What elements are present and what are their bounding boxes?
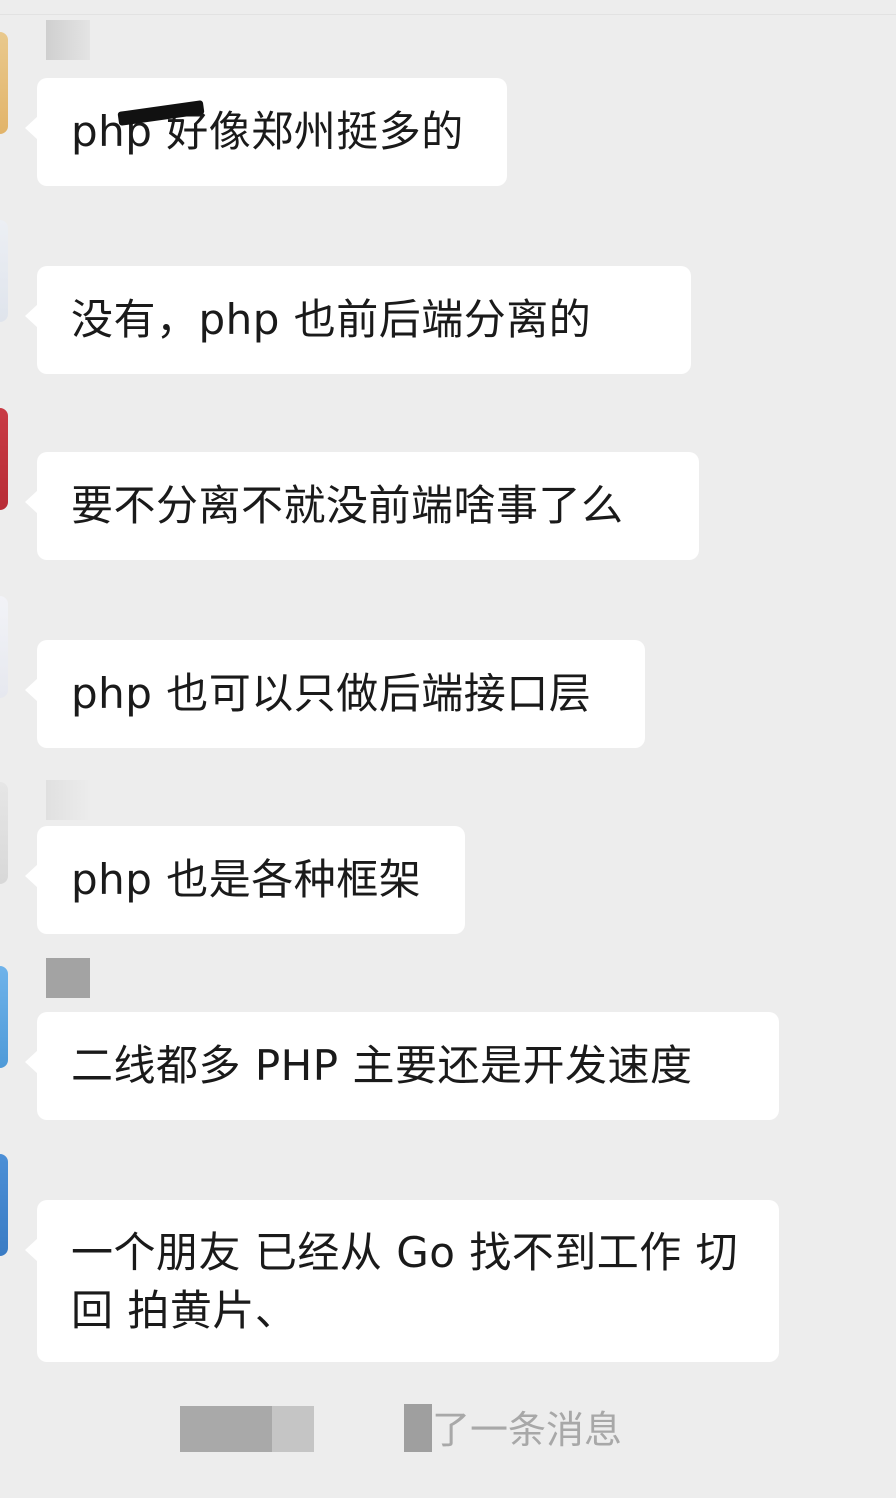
message-bubble[interactable]: php 也可以只做后端接口层 [25, 640, 645, 748]
message-bubble[interactable]: 一个朋友 已经从 Go 找不到工作 切回 拍黄片、 [25, 1200, 779, 1362]
avatar[interactable] [0, 596, 8, 698]
message-text: 没有，php 也前后端分离的 [71, 295, 592, 344]
avatar[interactable] [0, 220, 8, 322]
avatar[interactable] [0, 408, 8, 510]
avatar[interactable] [0, 782, 8, 884]
message-bubble[interactable]: 二线都多 PHP 主要还是开发速度 [25, 1012, 779, 1120]
top-divider [0, 14, 896, 15]
sender-name-redacted [46, 780, 90, 820]
redaction-mark [404, 1404, 432, 1452]
message-text: 二线都多 PHP 主要还是开发速度 [71, 1041, 693, 1090]
message-text: 要不分离不就没前端啥事了么 [71, 481, 624, 530]
sender-name-redacted [180, 1406, 272, 1452]
message-bubble[interactable]: php 好像郑州挺多的 [25, 78, 507, 186]
sender-name-redacted [46, 958, 90, 998]
avatar[interactable] [0, 32, 8, 134]
message-text: php 也可以只做后端接口层 [71, 669, 592, 718]
sender-name-redacted [46, 20, 90, 60]
sender-name-redacted [272, 1406, 314, 1452]
message-bubble[interactable]: php 也是各种框架 [25, 826, 465, 934]
system-notice: 了一条消息 [432, 1408, 623, 1452]
avatar[interactable] [0, 966, 8, 1068]
message-text: php 也是各种框架 [71, 855, 422, 904]
message-text: 一个朋友 已经从 Go 找不到工作 切回 拍黄片、 [71, 1228, 739, 1335]
message-bubble[interactable]: 要不分离不就没前端啥事了么 [25, 452, 699, 560]
avatar[interactable] [0, 1154, 8, 1256]
message-bubble[interactable]: 没有，php 也前后端分离的 [25, 266, 691, 374]
